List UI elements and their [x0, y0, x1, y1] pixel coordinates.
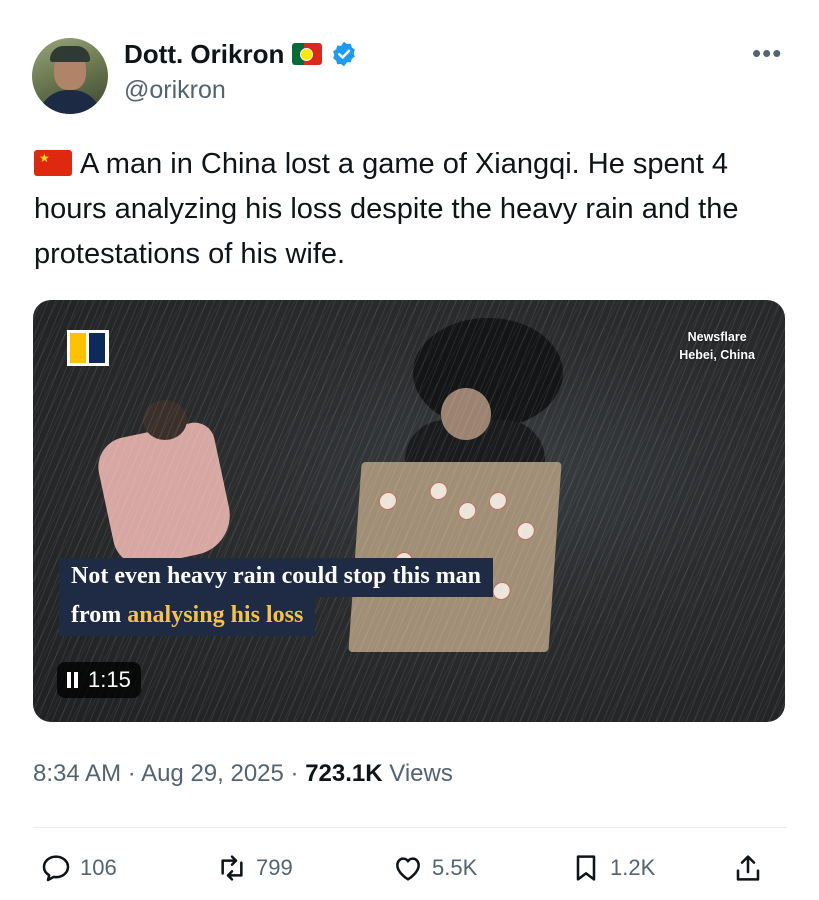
video-player[interactable]: Newsflare Hebei, China Not even heavy ra…	[33, 300, 785, 722]
caption-highlight: analysing his loss	[127, 602, 304, 628]
meta-separator: ·	[121, 760, 142, 787]
reply-count: 106	[80, 855, 117, 880]
video-caption: Not even heavy rain could stop this man …	[59, 558, 494, 636]
caption-line-2: from analysing his loss	[59, 597, 316, 636]
author-avatar[interactable]	[32, 38, 108, 114]
tweet-meta: 8:34 AM · Aug 29, 2025 · 723.1K Views	[33, 760, 453, 788]
author-name[interactable]: Dott. Orikron	[124, 39, 284, 70]
bookmark-count: 1.2K	[610, 855, 656, 880]
tweet-date[interactable]: Aug 29, 2025	[141, 760, 284, 787]
like-button[interactable]: 5.5K	[392, 852, 477, 884]
caption-line-2-prefix: from	[71, 602, 128, 628]
meta-separator: ·	[283, 760, 306, 787]
rain-overlay	[33, 300, 785, 722]
tweet-text: A man in China lost a game of Xiangqi. H…	[34, 148, 739, 270]
more-options-button[interactable]: •••	[752, 38, 782, 69]
bookmark-icon	[576, 855, 596, 881]
tweet-text-block: ★ A man in China lost a game of Xiangqi. …	[34, 142, 794, 277]
share-icon	[736, 855, 760, 881]
caption-line-1: Not even heavy rain could stop this man	[59, 558, 494, 597]
china-flag-icon: ★	[34, 150, 72, 176]
action-bar: 106 799 5.5K 1.2K	[40, 852, 780, 896]
reply-icon	[42, 855, 70, 882]
video-source-label: Newsflare Hebei, China	[679, 328, 755, 364]
author-name-row: Dott. Orikron	[124, 36, 358, 72]
like-count: 5.5K	[432, 855, 478, 880]
pause-icon[interactable]	[67, 672, 78, 688]
source-location: Hebei, China	[679, 348, 755, 362]
scmp-logo-icon	[67, 330, 109, 366]
heart-icon	[396, 857, 420, 881]
verified-badge-icon	[333, 41, 356, 67]
share-button[interactable]	[732, 852, 764, 884]
video-duration-badge[interactable]: 1:15	[57, 662, 141, 698]
views-count: 723.1K	[305, 760, 383, 787]
views-label: Views	[382, 760, 453, 787]
bookmark-button[interactable]: 1.2K	[570, 852, 655, 884]
repost-count: 799	[256, 855, 293, 880]
source-name: Newsflare	[687, 330, 747, 344]
tweet-time[interactable]: 8:34 AM	[33, 760, 121, 787]
repost-button[interactable]: 799	[216, 852, 293, 884]
video-duration: 1:15	[88, 667, 131, 692]
portugal-flag-icon	[292, 43, 323, 65]
repost-icon	[221, 855, 243, 881]
reply-button[interactable]: 106	[40, 852, 117, 884]
divider	[33, 827, 787, 828]
author-handle[interactable]: @orikron	[124, 76, 226, 105]
